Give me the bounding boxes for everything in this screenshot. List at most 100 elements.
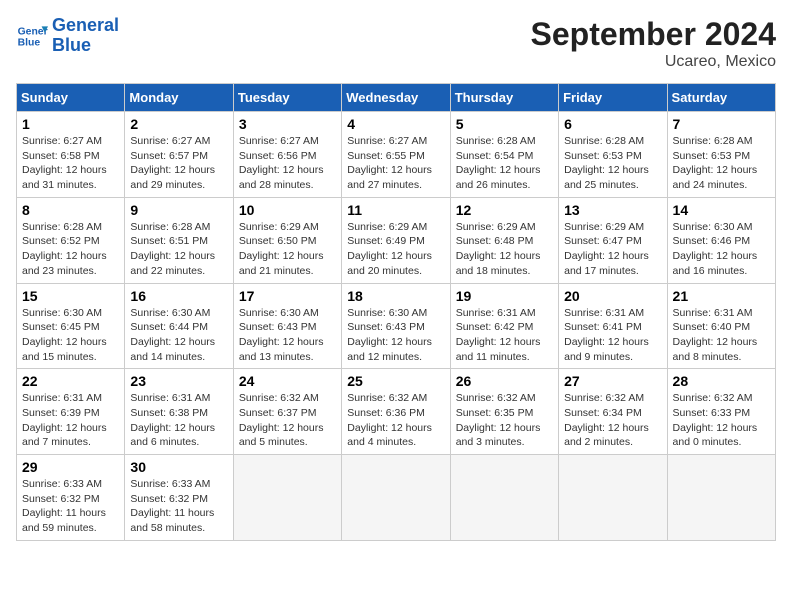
day-info: Sunrise: 6:32 AM Sunset: 6:33 PM Dayligh…: [673, 391, 770, 450]
day-number: 14: [673, 202, 770, 218]
day-info: Sunrise: 6:30 AM Sunset: 6:43 PM Dayligh…: [239, 306, 336, 365]
day-info: Sunrise: 6:31 AM Sunset: 6:41 PM Dayligh…: [564, 306, 661, 365]
table-row: 7 Sunrise: 6:28 AM Sunset: 6:53 PM Daylig…: [667, 112, 775, 198]
calendar-week-row: 1 Sunrise: 6:27 AM Sunset: 6:58 PM Daylig…: [17, 112, 776, 198]
day-number: 5: [456, 116, 553, 132]
table-row: 4Sunrise: 6:27 AM Sunset: 6:55 PM Daylig…: [342, 112, 450, 198]
day-number: 11: [347, 202, 444, 218]
table-row: 6 Sunrise: 6:28 AM Sunset: 6:53 PM Daylig…: [559, 112, 667, 198]
day-info: Sunrise: 6:31 AM Sunset: 6:42 PM Dayligh…: [456, 306, 553, 365]
table-row: 10Sunrise: 6:29 AM Sunset: 6:50 PM Dayli…: [233, 197, 341, 283]
table-row: 13 Sunrise: 6:29 AM Sunset: 6:47 PM Dayli…: [559, 197, 667, 283]
col-wednesday: Wednesday: [342, 84, 450, 112]
day-number: 13: [564, 202, 661, 218]
calendar-header-row: Sunday Monday Tuesday Wednesday Thursday…: [17, 84, 776, 112]
col-sunday: Sunday: [17, 84, 125, 112]
svg-text:Blue: Blue: [18, 37, 41, 48]
table-row: 24 Sunrise: 6:32 AM Sunset: 6:37 PM Dayli…: [233, 369, 341, 455]
calendar-week-row: 8 Sunrise: 6:28 AM Sunset: 6:52 PM Daylig…: [17, 197, 776, 283]
calendar-table: Sunday Monday Tuesday Wednesday Thursday…: [16, 83, 776, 541]
day-number: 1: [22, 116, 119, 132]
day-info: Sunrise: 6:30 AM Sunset: 6:45 PM Dayligh…: [22, 306, 119, 365]
table-row: 22Sunrise: 6:31 AM Sunset: 6:39 PM Dayli…: [17, 369, 125, 455]
logo: General Blue General Blue: [16, 16, 119, 56]
calendar-header: Sunday Monday Tuesday Wednesday Thursday…: [17, 84, 776, 112]
day-info: Sunrise: 6:28 AM Sunset: 6:53 PM Dayligh…: [673, 134, 770, 193]
table-row: 19 Sunrise: 6:31 AM Sunset: 6:42 PM Dayli…: [450, 283, 558, 369]
day-info: Sunrise: 6:29 AM Sunset: 6:47 PM Dayligh…: [564, 220, 661, 279]
table-row: 17Sunrise: 6:30 AM Sunset: 6:43 PM Dayli…: [233, 283, 341, 369]
day-info: Sunrise: 6:27 AM Sunset: 6:58 PM Dayligh…: [22, 134, 119, 193]
day-number: 22: [22, 373, 119, 389]
day-number: 19: [456, 288, 553, 304]
day-info: Sunrise: 6:31 AM Sunset: 6:38 PM Dayligh…: [130, 391, 227, 450]
table-row: 2 Sunrise: 6:27 AM Sunset: 6:57 PM Daylig…: [125, 112, 233, 198]
col-tuesday: Tuesday: [233, 84, 341, 112]
table-row: 21 Sunrise: 6:31 AM Sunset: 6:40 PM Dayli…: [667, 283, 775, 369]
day-number: 15: [22, 288, 119, 304]
table-row: 1 Sunrise: 6:27 AM Sunset: 6:58 PM Daylig…: [17, 112, 125, 198]
col-saturday: Saturday: [667, 84, 775, 112]
day-number: 29: [22, 459, 119, 475]
day-info: Sunrise: 6:27 AM Sunset: 6:57 PM Dayligh…: [130, 134, 227, 193]
table-row: 28 Sunrise: 6:32 AM Sunset: 6:33 PM Dayli…: [667, 369, 775, 455]
day-info: Sunrise: 6:30 AM Sunset: 6:43 PM Dayligh…: [347, 306, 444, 365]
day-number: 28: [673, 373, 770, 389]
calendar-body: 1 Sunrise: 6:27 AM Sunset: 6:58 PM Daylig…: [17, 112, 776, 541]
day-info: Sunrise: 6:28 AM Sunset: 6:54 PM Dayligh…: [456, 134, 553, 193]
calendar-week-row: 15 Sunrise: 6:30 AM Sunset: 6:45 PM Dayli…: [17, 283, 776, 369]
day-number: 4: [347, 116, 444, 132]
table-row: 18 Sunrise: 6:30 AM Sunset: 6:43 PM Dayli…: [342, 283, 450, 369]
table-row: 11 Sunrise: 6:29 AM Sunset: 6:49 PM Dayli…: [342, 197, 450, 283]
table-row: 9 Sunrise: 6:28 AM Sunset: 6:51 PM Daylig…: [125, 197, 233, 283]
table-row: [667, 455, 775, 541]
table-row: [559, 455, 667, 541]
day-info: Sunrise: 6:30 AM Sunset: 6:44 PM Dayligh…: [130, 306, 227, 365]
day-number: 7: [673, 116, 770, 132]
day-info: Sunrise: 6:30 AM Sunset: 6:46 PM Dayligh…: [673, 220, 770, 279]
table-row: 23Sunrise: 6:31 AM Sunset: 6:38 PM Dayli…: [125, 369, 233, 455]
day-number: 21: [673, 288, 770, 304]
table-row: 27 Sunrise: 6:32 AM Sunset: 6:34 PM Dayli…: [559, 369, 667, 455]
page-header: General Blue General Blue September 2024…: [16, 16, 776, 71]
col-thursday: Thursday: [450, 84, 558, 112]
day-info: Sunrise: 6:32 AM Sunset: 6:36 PM Dayligh…: [347, 391, 444, 450]
logo-icon: General Blue: [16, 20, 48, 52]
day-number: 2: [130, 116, 227, 132]
table-row: [233, 455, 341, 541]
day-number: 26: [456, 373, 553, 389]
table-row: 15 Sunrise: 6:30 AM Sunset: 6:45 PM Dayli…: [17, 283, 125, 369]
day-info: Sunrise: 6:29 AM Sunset: 6:49 PM Dayligh…: [347, 220, 444, 279]
table-row: 30Sunrise: 6:33 AM Sunset: 6:32 PM Dayli…: [125, 455, 233, 541]
day-info: Sunrise: 6:28 AM Sunset: 6:52 PM Dayligh…: [22, 220, 119, 279]
day-info: Sunrise: 6:29 AM Sunset: 6:48 PM Dayligh…: [456, 220, 553, 279]
day-info: Sunrise: 6:33 AM Sunset: 6:32 PM Dayligh…: [22, 477, 119, 536]
page-title: September 2024: [531, 16, 776, 53]
day-number: 27: [564, 373, 661, 389]
title-block: September 2024 Ucareo, Mexico: [531, 16, 776, 71]
day-info: Sunrise: 6:27 AM Sunset: 6:56 PM Dayligh…: [239, 134, 336, 193]
table-row: [450, 455, 558, 541]
day-info: Sunrise: 6:31 AM Sunset: 6:40 PM Dayligh…: [673, 306, 770, 365]
day-number: 24: [239, 373, 336, 389]
day-info: Sunrise: 6:28 AM Sunset: 6:51 PM Dayligh…: [130, 220, 227, 279]
day-number: 18: [347, 288, 444, 304]
day-number: 12: [456, 202, 553, 218]
col-monday: Monday: [125, 84, 233, 112]
day-info: Sunrise: 6:32 AM Sunset: 6:35 PM Dayligh…: [456, 391, 553, 450]
day-info: Sunrise: 6:32 AM Sunset: 6:37 PM Dayligh…: [239, 391, 336, 450]
table-row: 8 Sunrise: 6:28 AM Sunset: 6:52 PM Daylig…: [17, 197, 125, 283]
col-friday: Friday: [559, 84, 667, 112]
table-row: 20Sunrise: 6:31 AM Sunset: 6:41 PM Dayli…: [559, 283, 667, 369]
day-number: 8: [22, 202, 119, 218]
table-row: 16Sunrise: 6:30 AM Sunset: 6:44 PM Dayli…: [125, 283, 233, 369]
page-subtitle: Ucareo, Mexico: [531, 53, 776, 71]
day-number: 9: [130, 202, 227, 218]
logo-text-line1: General: [52, 16, 119, 36]
day-number: 6: [564, 116, 661, 132]
table-row: 5 Sunrise: 6:28 AM Sunset: 6:54 PM Daylig…: [450, 112, 558, 198]
logo-text-line2: Blue: [52, 36, 119, 56]
day-number: 3: [239, 116, 336, 132]
day-info: Sunrise: 6:28 AM Sunset: 6:53 PM Dayligh…: [564, 134, 661, 193]
day-info: Sunrise: 6:32 AM Sunset: 6:34 PM Dayligh…: [564, 391, 661, 450]
